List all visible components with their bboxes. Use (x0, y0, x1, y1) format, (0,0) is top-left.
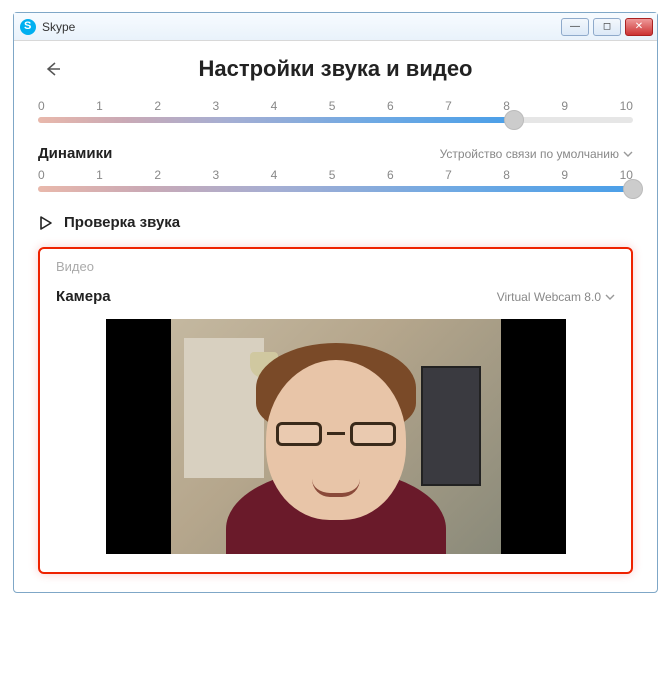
camera-device-dropdown[interactable]: Virtual Webcam 8.0 (497, 290, 615, 304)
speaker-slider[interactable] (38, 186, 633, 192)
speakers-device-dropdown[interactable]: Устройство связи по умолчанию (440, 147, 633, 161)
slider-knob[interactable] (504, 110, 524, 130)
slider-knob[interactable] (623, 179, 643, 199)
video-preview (106, 319, 566, 554)
microphone-slider[interactable] (38, 117, 633, 123)
chevron-down-icon (605, 292, 615, 302)
minimize-button[interactable]: — (561, 18, 589, 36)
chevron-down-icon (623, 149, 633, 159)
titlebar: Skype — ◻ ✕ (14, 13, 657, 41)
skype-logo-icon (20, 19, 36, 35)
camera-label: Камера (56, 288, 111, 305)
arrow-left-icon (42, 59, 62, 79)
video-heading: Видео (56, 259, 615, 274)
app-window: Skype — ◻ ✕ Настройки звука и видео 0123… (13, 12, 658, 593)
back-button[interactable] (38, 55, 66, 83)
play-icon[interactable] (38, 215, 54, 231)
window-title: Skype (42, 20, 75, 34)
close-button[interactable]: ✕ (625, 18, 653, 36)
page-title: Настройки звука и видео (66, 56, 605, 82)
audio-test-button[interactable]: Проверка звука (64, 214, 180, 231)
maximize-button[interactable]: ◻ (593, 18, 621, 36)
volume-ticks: 012345678910 (38, 93, 633, 117)
speaker-ticks: 012345678910 (38, 162, 633, 186)
video-section: Видео Камера Virtual Webcam 8.0 (38, 247, 633, 574)
speakers-label: Динамики (38, 145, 112, 162)
